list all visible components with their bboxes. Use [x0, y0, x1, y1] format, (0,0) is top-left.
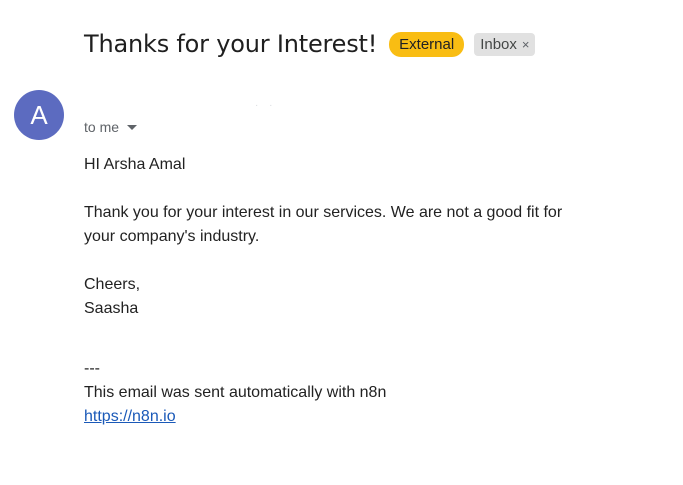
- separator: ---: [84, 360, 100, 377]
- recipient-dropdown[interactable]: to me: [84, 119, 138, 135]
- body-paragraph: Thank you for your interest in our servi…: [84, 204, 563, 245]
- avatar[interactable]: A: [14, 90, 64, 140]
- footer-text: This email was sent automatically with n…: [84, 384, 387, 401]
- external-label: External: [389, 31, 465, 57]
- email-body: HI Arsha Amal Thank you for your interes…: [84, 153, 584, 429]
- inbox-label-text: Inbox: [480, 35, 517, 53]
- email-header: Thanks for your Interest! External Inbox…: [84, 30, 536, 58]
- signature: Saasha: [84, 300, 139, 317]
- recipient-label: to me: [84, 119, 120, 135]
- signoff: Cheers,: [84, 276, 141, 293]
- chevron-down-icon[interactable]: [127, 124, 138, 130]
- close-icon[interactable]: ×: [522, 36, 530, 53]
- greeting: HI Arsha Amal: [84, 156, 186, 173]
- email-subject: Thanks for your Interest!: [84, 30, 378, 58]
- n8n-link[interactable]: https://n8n.io: [84, 408, 176, 425]
- sender-name: · ·: [255, 100, 277, 111]
- inbox-label[interactable]: Inbox ×: [474, 32, 536, 56]
